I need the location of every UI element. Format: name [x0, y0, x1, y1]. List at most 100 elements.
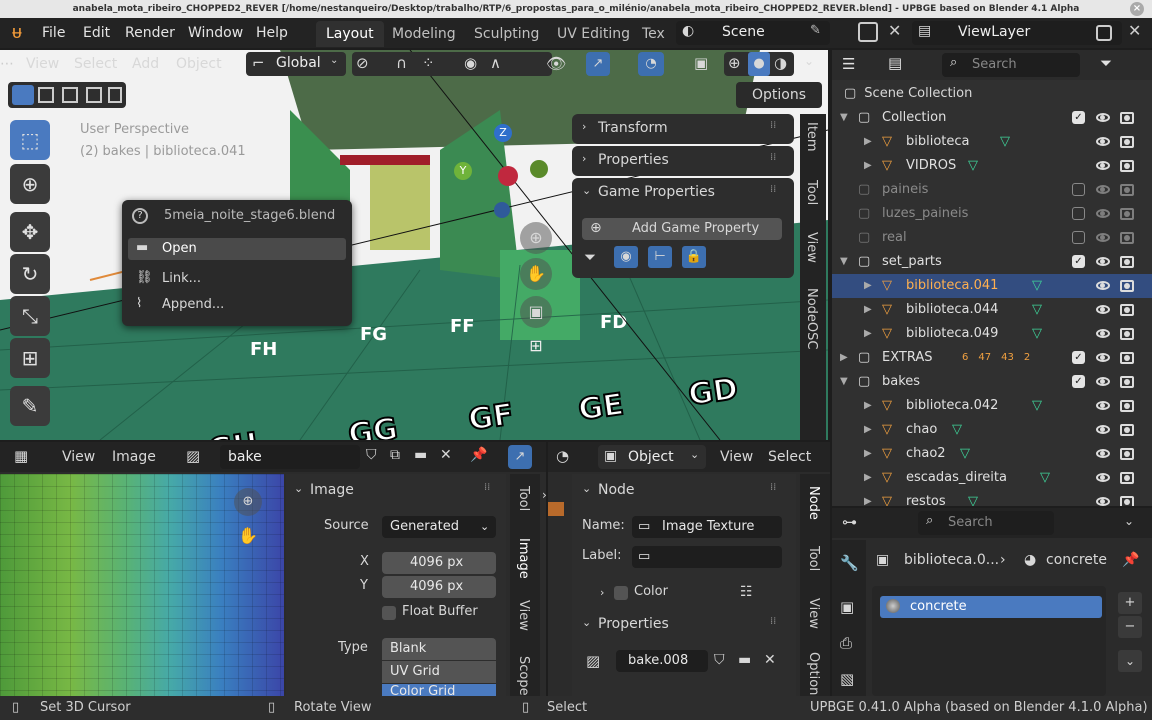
camera-icon[interactable] — [1120, 448, 1134, 460]
shading-modes[interactable]: ⊕ ● ◑ — [724, 52, 794, 76]
viewport-menu-select[interactable]: Select — [74, 56, 117, 72]
falloff-icon[interactable]: ∧ — [490, 54, 501, 72]
tab-tool[interactable]: Tool — [516, 486, 531, 511]
exclude-checkbox[interactable] — [1072, 183, 1085, 196]
annotate-tool-icon[interactable]: ✎ — [10, 386, 50, 426]
camera-icon[interactable] — [1120, 256, 1134, 268]
color-checkbox[interactable] — [614, 586, 628, 600]
shading-options-chevron-icon[interactable]: ⌄ — [804, 54, 814, 68]
outliner-search-input[interactable]: ⌕ Search — [942, 53, 1080, 77]
mesh-data-icon[interactable]: ▽ — [1032, 274, 1042, 298]
lock-icon[interactable]: 🔒 — [682, 246, 706, 268]
menu-help[interactable]: Help — [256, 18, 288, 48]
eye-icon[interactable] — [1096, 353, 1110, 362]
move-tool-icon[interactable]: ✥ — [10, 212, 50, 252]
menu-item-link[interactable]: ⛓ Link... — [128, 268, 346, 290]
viewport-menu-view[interactable]: View — [26, 56, 59, 72]
viewport-editor-type-icon[interactable]: ⋯ — [0, 56, 14, 72]
snapping-toolbar[interactable]: ⊘ ∩ ⁘ ◉ ∧ — [352, 52, 552, 76]
chevron-down-icon[interactable]: ⌄ — [582, 482, 591, 495]
expand-right-icon[interactable]: ▶ — [864, 466, 872, 490]
cursor-tool-icon[interactable]: ⊕ — [10, 164, 50, 204]
xray-icon[interactable]: ▣ — [694, 54, 708, 72]
expand-right-icon[interactable]: ▶ — [864, 442, 872, 466]
node-editor-type-icon[interactable]: ◔ — [556, 447, 569, 465]
outliner-type-icon[interactable]: ☰ — [842, 55, 855, 73]
eye-icon[interactable] — [1096, 449, 1110, 458]
node-menu-select[interactable]: Select — [768, 449, 811, 465]
mesh-data-icon[interactable]: ▽ — [968, 154, 978, 178]
image-menu-view[interactable]: View — [62, 449, 95, 465]
outliner-row[interactable]: ▶ ▽ restos ▽ — [832, 490, 1152, 506]
output-tab-icon[interactable]: ⎙ — [840, 634, 852, 652]
outliner-row[interactable]: ▼ ▢ bakes ✓ — [832, 370, 1152, 394]
chevron-right-icon[interactable]: › — [600, 586, 604, 599]
camera-icon[interactable] — [1120, 376, 1134, 388]
expand-right-icon[interactable]: ▶ — [864, 418, 872, 442]
scene-collection-row[interactable]: ▢ Scene Collection — [844, 82, 972, 106]
pan-hand-icon[interactable]: ✋ — [234, 522, 262, 550]
transform-tool-icon[interactable]: ⊞ — [10, 338, 50, 378]
list-menu-icon[interactable]: ☷ — [740, 584, 753, 600]
eye-icon[interactable] — [1096, 401, 1110, 410]
new-viewlayer-icon[interactable] — [1096, 25, 1112, 41]
image-editor-type-icon[interactable]: ▦ — [14, 447, 28, 465]
outliner-row[interactable]: ▶ ▽ biblioteca ▽ — [832, 130, 1152, 154]
material-slot-concrete[interactable]: concrete — [880, 596, 1102, 618]
gizmo-toggle-icon[interactable]: ↗ — [508, 445, 532, 469]
remove-slot-button[interactable]: − — [1118, 616, 1142, 638]
add-game-property-button[interactable]: ⊕ Add Game Property — [582, 218, 782, 240]
select-intersect-icon[interactable] — [108, 87, 122, 103]
fake-user-shield-icon[interactable]: ⛉ — [714, 652, 725, 668]
outliner-row[interactable]: ▶ ▽ escadas_direita ▽ — [832, 466, 1152, 490]
outliner-row[interactable]: ▶ ▽ biblioteca.042 ▽ — [832, 394, 1152, 418]
drag-handle-icon[interactable]: ⁞⁞ — [770, 482, 776, 493]
overlay-toggle-icon[interactable]: ◔ — [638, 52, 664, 76]
eye-icon[interactable] — [1096, 305, 1110, 314]
tab-scope[interactable]: Scope — [516, 656, 531, 696]
node-name-field[interactable]: ▭ Image Texture — [632, 516, 782, 538]
eye-icon[interactable] — [1096, 137, 1110, 146]
node-menu-view[interactable]: View — [720, 449, 753, 465]
tab-nodeosc[interactable]: NodeOSC — [804, 288, 819, 350]
unlink-image-icon[interactable]: ✕ — [764, 652, 776, 668]
outliner-row[interactable]: ▼ ▢ set_parts ✓ — [832, 250, 1152, 274]
tab-view[interactable]: View — [806, 598, 821, 629]
mesh-data-icon[interactable]: ▽ — [1040, 466, 1050, 490]
expand-right-icon[interactable]: ▶ — [864, 154, 872, 178]
eye-icon[interactable] — [1096, 257, 1110, 266]
camera-icon[interactable] — [1120, 280, 1134, 292]
camera-icon[interactable] — [1120, 304, 1134, 316]
shader-type-dropdown[interactable]: ▣ Object ⌄ — [598, 445, 706, 469]
outliner-row[interactable]: ▢ luzes_paineis — [832, 202, 1152, 226]
properties-type-icon[interactable]: ⊶ — [842, 513, 857, 531]
hierarchy-icon[interactable]: ⊢ — [648, 246, 672, 268]
menu-edit[interactable]: Edit — [83, 18, 110, 48]
scale-tool-icon[interactable]: ⤡ — [10, 296, 50, 336]
expand-right-icon[interactable]: ▶ — [864, 274, 872, 298]
exclude-checkbox[interactable] — [1072, 207, 1085, 220]
camera-icon[interactable] — [1120, 184, 1134, 196]
eye-icon[interactable] — [1096, 281, 1110, 290]
outliner-row[interactable]: ▶ ▽ chao2 ▽ — [832, 442, 1152, 466]
select-subtract-icon[interactable] — [62, 87, 78, 103]
menu-render[interactable]: Render — [125, 18, 175, 48]
eye-icon[interactable] — [1096, 113, 1110, 122]
axis-y-icon[interactable]: Y — [454, 162, 472, 180]
material-shading-icon[interactable]: ◑ — [774, 54, 787, 72]
expand-right-icon[interactable]: ▶ — [840, 346, 848, 370]
mesh-data-icon[interactable]: ▽ — [960, 442, 970, 466]
open-image-folder-icon[interactable]: ▬ — [738, 652, 751, 668]
snap-icon[interactable]: ∩ — [396, 54, 407, 72]
drag-handle-icon[interactable]: ⁞⁞ — [770, 184, 776, 195]
exclude-checkbox[interactable]: ✓ — [1072, 375, 1085, 388]
camera-icon[interactable] — [1120, 160, 1134, 172]
navigation-gizmo[interactable]: Z Y — [452, 122, 562, 218]
select-extend-icon[interactable] — [38, 87, 54, 103]
tab-view[interactable]: View — [516, 600, 531, 631]
eye-icon[interactable] — [1096, 209, 1110, 218]
image-menu-image[interactable]: Image — [112, 449, 156, 465]
chevron-right-icon[interactable]: › — [542, 488, 547, 502]
tab-options[interactable]: Option — [806, 652, 821, 695]
float-buffer-checkbox[interactable] — [382, 606, 396, 620]
